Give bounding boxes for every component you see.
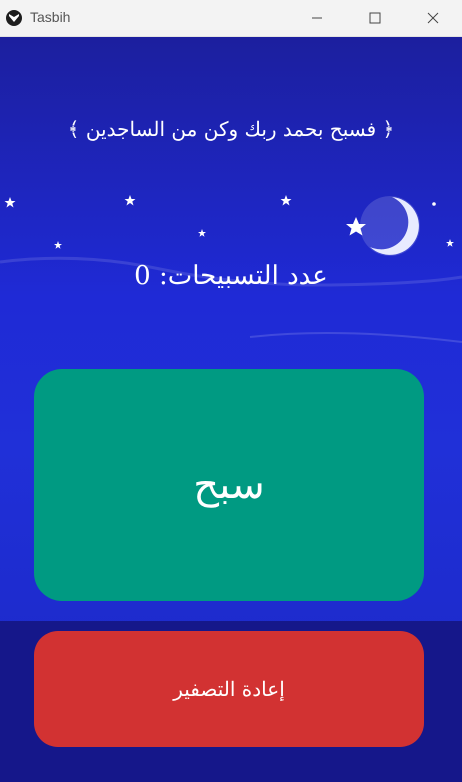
counter-label: عدد التسبيحات: 0 xyxy=(134,261,328,291)
minimize-icon xyxy=(312,17,322,19)
verse-text: ﴿ فسبح بحمد ربك وكن من الساجدين ﴾ xyxy=(67,117,395,141)
maximize-icon xyxy=(369,12,381,24)
star-icon xyxy=(280,195,292,206)
close-icon xyxy=(427,12,439,24)
window-title: Tasbih xyxy=(30,9,71,25)
minimize-button[interactable] xyxy=(288,0,346,36)
reset-button[interactable]: إعادة التصفير xyxy=(34,631,424,747)
star-icon xyxy=(446,239,454,247)
app-window: Tasbih ﴿ فسبح بحمد ربك وكن من الساجدين ﴾… xyxy=(0,0,462,782)
moon-icon xyxy=(360,196,420,256)
star-icon xyxy=(198,229,206,237)
star-icon xyxy=(4,197,16,208)
star-icon xyxy=(124,195,136,206)
tasbih-button[interactable]: سبح xyxy=(34,369,424,601)
close-button[interactable] xyxy=(404,0,462,36)
maximize-button[interactable] xyxy=(346,0,404,36)
reset-button-label: إعادة التصفير xyxy=(173,677,285,701)
app-logo-icon xyxy=(6,10,22,26)
title-bar: Tasbih xyxy=(0,0,462,37)
sky-decoration xyxy=(0,195,462,343)
star-icon xyxy=(54,241,62,249)
main-content: ﴿ فسبح بحمد ربك وكن من الساجدين ﴾ عدد ال… xyxy=(0,37,462,782)
tasbih-button-label: سبح xyxy=(193,462,265,508)
